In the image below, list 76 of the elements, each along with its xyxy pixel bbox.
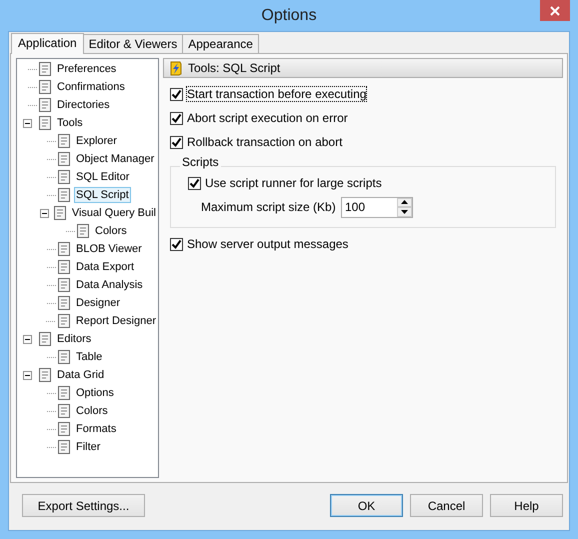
page-icon — [37, 115, 53, 131]
dialog-button[interactable]: Export Settings... — [22, 494, 145, 517]
checkbox[interactable] — [170, 112, 183, 124]
page-icon — [37, 61, 53, 77]
page-icon — [37, 97, 53, 113]
tree-item[interactable]: Directories — [55, 97, 112, 113]
page-icon — [56, 259, 72, 275]
checkbox-label: Use script runner for large scripts — [204, 175, 383, 191]
panel-title: Tools: SQL Script — [188, 61, 280, 75]
tree-item[interactable]: Data Grid — [55, 367, 106, 383]
checkbox-label: Start transaction before executing — [186, 86, 368, 102]
page-icon — [56, 277, 72, 293]
tree-item[interactable]: BLOB Viewer — [74, 241, 144, 257]
down-arrow-icon — [401, 210, 408, 214]
collapse-toggle[interactable] — [23, 334, 32, 344]
tree-item[interactable]: Options — [74, 385, 116, 401]
tree-item[interactable]: Visual Query Buil — [70, 205, 158, 221]
tree-item[interactable]: SQL Editor — [74, 169, 132, 185]
collapse-toggle[interactable] — [23, 370, 32, 380]
page-icon — [56, 169, 72, 185]
collapse-toggle[interactable] — [23, 118, 32, 128]
tree-item[interactable]: SQL Script — [74, 187, 131, 203]
tree-item[interactable]: Designer — [74, 295, 122, 311]
number-field[interactable]: 100 — [341, 196, 413, 218]
tree-item[interactable]: Tools — [55, 115, 85, 131]
page-icon — [52, 205, 68, 221]
page-icon — [56, 403, 72, 419]
tree-item[interactable]: Preferences — [55, 61, 118, 77]
collapse-toggle[interactable] — [40, 208, 49, 218]
page-icon — [56, 385, 72, 401]
page-icon — [56, 151, 72, 167]
page-icon — [37, 367, 53, 383]
tree-item[interactable]: Formats — [74, 421, 118, 437]
dialog-button[interactable]: OK — [330, 494, 403, 517]
spin-down-button[interactable] — [397, 207, 412, 216]
tree-item[interactable]: Explorer — [74, 133, 119, 149]
tree-item[interactable]: Confirmations — [55, 79, 127, 95]
tree-item[interactable]: Report Designer — [74, 313, 158, 329]
checkbox[interactable] — [170, 136, 183, 148]
page-icon — [56, 241, 72, 257]
page-icon — [37, 79, 53, 95]
checkbox-label: Rollback transaction on abort — [186, 134, 344, 150]
field-label: Maximum script size (Kb) — [201, 200, 337, 214]
tab[interactable]: Application — [11, 33, 84, 54]
group-title: Scripts — [180, 155, 221, 169]
page-icon — [56, 313, 72, 329]
checkbox-label: Show server output messages — [186, 236, 350, 252]
tree-item[interactable]: Colors — [93, 223, 129, 239]
up-arrow-icon — [401, 200, 408, 204]
window-title: Options — [261, 6, 317, 24]
checkbox[interactable] — [170, 88, 183, 100]
page-icon — [75, 223, 91, 239]
tab[interactable]: Appearance — [182, 34, 259, 53]
dialog-button[interactable]: Help — [490, 494, 563, 517]
page-icon — [37, 331, 53, 347]
tree-item[interactable]: Data Analysis — [74, 277, 145, 293]
lightning-icon — [168, 60, 184, 76]
close-button[interactable] — [540, 0, 570, 21]
checkbox-label: Abort script execution on error — [186, 110, 349, 126]
dialog-button[interactable]: Cancel — [410, 494, 483, 517]
page-icon — [56, 133, 72, 149]
tree-item[interactable]: Data Export — [74, 259, 136, 275]
checkbox[interactable] — [188, 176, 201, 190]
page-icon — [56, 349, 72, 365]
page-icon — [56, 421, 72, 437]
checkbox[interactable] — [170, 238, 183, 250]
tree-item[interactable]: Colors — [74, 403, 110, 419]
tree-item[interactable]: Editors — [55, 331, 94, 347]
tree-item[interactable]: Object Manager — [74, 151, 156, 167]
tree-item[interactable]: Table — [74, 349, 104, 365]
spin-up-button[interactable] — [397, 198, 412, 207]
close-icon — [550, 6, 560, 16]
tree-item[interactable]: Filter — [74, 439, 102, 455]
page-icon — [56, 439, 72, 455]
page-icon — [56, 187, 72, 203]
page-icon — [56, 295, 72, 311]
